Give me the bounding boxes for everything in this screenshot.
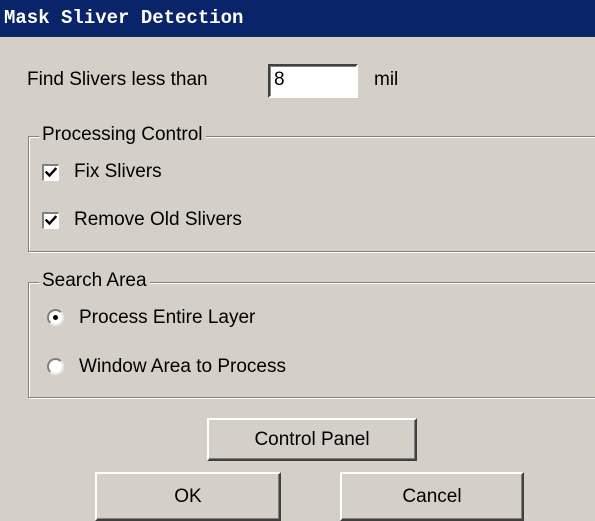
process-entire-layer-radio[interactable]: [47, 309, 64, 326]
remove-old-slivers-checkbox[interactable]: [42, 212, 59, 229]
fix-slivers-label: Fix Slivers: [74, 161, 162, 182]
mask-sliver-detection-dialog: Mask Sliver Detection Find Slivers less …: [0, 0, 595, 521]
find-slivers-label: Find Slivers less than: [27, 69, 208, 90]
checkmark-icon: [44, 167, 58, 178]
ok-button[interactable]: OK: [95, 472, 281, 521]
processing-control-legend: Processing Control: [39, 124, 206, 146]
fix-slivers-checkbox[interactable]: [42, 164, 59, 181]
search-area-legend: Search Area: [39, 270, 150, 292]
sliver-size-input[interactable]: 8: [268, 64, 358, 98]
checkmark-icon: [44, 215, 58, 226]
title-bar: Mask Sliver Detection: [0, 0, 595, 37]
process-entire-layer-label: Process Entire Layer: [79, 307, 256, 328]
window-area-label: Window Area to Process: [79, 356, 286, 377]
search-area-group: [28, 282, 595, 398]
window-area-radio[interactable]: [47, 358, 64, 375]
window-title: Mask Sliver Detection: [4, 7, 244, 29]
processing-control-group: [28, 136, 595, 252]
radio-selected-dot: [53, 315, 58, 320]
control-panel-button[interactable]: Control Panel: [207, 418, 417, 461]
remove-old-slivers-label: Remove Old Slivers: [74, 209, 242, 230]
unit-label: mil: [374, 69, 399, 90]
cancel-button[interactable]: Cancel: [340, 472, 524, 521]
